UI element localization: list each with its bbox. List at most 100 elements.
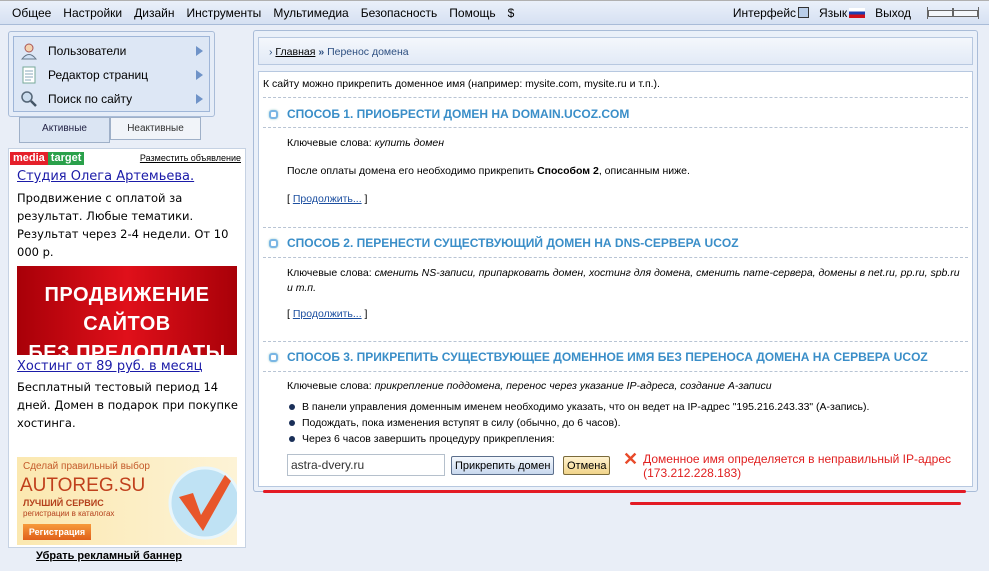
menu-settings[interactable]: Настройки	[63, 6, 122, 20]
menu-help[interactable]: Помощь	[449, 6, 495, 20]
keywords-label: Ключевые слова:	[287, 267, 372, 279]
chevron-right-icon	[196, 94, 203, 104]
divider	[263, 227, 968, 228]
sidebar-item-users[interactable]: Пользователи	[14, 39, 209, 63]
keywords-value: сменить NS-записи, припарковать домен, х…	[287, 267, 960, 294]
breadcrumb-home-link[interactable]: Главная	[275, 46, 315, 58]
s1-text-bold: Способом 2	[537, 165, 599, 177]
bullet-icon	[269, 109, 278, 119]
ad2-text: Бесплатный тестовый период 14 дней. Доме…	[17, 380, 238, 430]
s3-steps: В панели управления доменным именем необ…	[289, 399, 869, 447]
divider	[263, 257, 968, 258]
keywords-value: прикрепление поддомена, перенос через ук…	[374, 380, 772, 392]
search-icon	[20, 90, 38, 108]
sidebar-menu: Пользователи Редактор страниц Поиск по с…	[8, 31, 215, 117]
list-item: Через 6 часов завершить процедуру прикре…	[289, 431, 869, 447]
sidebar-item-label: Пользователи	[48, 44, 127, 58]
error-message: ✕ Доменное имя определяется в неправильны…	[623, 449, 952, 480]
menu-multimedia[interactable]: Мультимедиа	[273, 6, 348, 20]
divider	[263, 97, 968, 98]
remove-banner-link[interactable]: Убрать рекламный баннер	[36, 550, 182, 562]
list-item: Подождать, пока изменения вступят в силу…	[289, 415, 869, 431]
ad1-title-link[interactable]: Студия Олега Артемьева.	[17, 169, 194, 184]
bullet-icon	[269, 238, 278, 248]
interface-label: Интерфейс	[732, 6, 797, 20]
banner-sub1: ЛУЧШИЙ СЕРВИС	[23, 498, 104, 508]
intro-text: К сайту можно прикрепить доменное имя (н…	[263, 78, 660, 90]
place-ad-link[interactable]: Разместить объявление	[140, 153, 241, 163]
autoreg-banner[interactable]: Сделай правильный выбор AUTOREG.SU ЛУЧШИ…	[17, 457, 237, 545]
banner-sub2: регистрации в каталогах	[23, 509, 115, 518]
cancel-button[interactable]: Отмена	[563, 456, 611, 475]
keywords-label: Ключевые слова:	[287, 137, 372, 149]
s1-text: После оплаты домена его необходимо прикр…	[287, 165, 690, 177]
menu-security[interactable]: Безопасность	[361, 6, 438, 20]
error-line2: (173.212.228.183)	[643, 466, 742, 480]
mediatarget-logo: media target	[10, 152, 85, 165]
top-menu-bar: Общее Настройки Дизайн Инструменты Мульт…	[0, 0, 989, 25]
s2-continue-link[interactable]: Продолжить...	[293, 308, 362, 320]
s1-continue-link[interactable]: Продолжить...	[293, 193, 362, 205]
divider	[263, 341, 968, 342]
chevron-right-icon	[196, 46, 203, 56]
menu-dollar[interactable]: $	[508, 6, 515, 20]
error-line1: Доменное имя определяется в неправильный…	[643, 452, 952, 466]
promo-banner[interactable]: ПРОДВИЖЕНИЕ САЙТОВ БЕЗ ПРЕДОПЛАТЫ	[17, 266, 237, 364]
tab-active[interactable]: Активные	[19, 117, 110, 143]
breadcrumb: › Главная » Перенос домена	[258, 37, 973, 65]
content-box: К сайту можно прикрепить доменное имя (н…	[258, 71, 973, 487]
list-item: В панели управления доменным именем необ…	[289, 399, 869, 415]
page-icon	[20, 66, 38, 84]
logout-button[interactable]: Выход	[875, 6, 911, 20]
attach-domain-button[interactable]: Прикрепить домен	[451, 456, 555, 475]
s2-more: [ Продолжить... ]	[287, 308, 368, 320]
section-title-text: СПОСОБ 3. ПРИКРЕПИТЬ СУЩЕСТВУЮЩЕЕ ДОМЕНН…	[287, 350, 928, 364]
keywords-label: Ключевые слова:	[287, 380, 372, 392]
sidebar-item-page-editor[interactable]: Редактор страниц	[14, 63, 209, 87]
s1-more: [ Продолжить... ]	[287, 193, 368, 205]
banner-register-button: Регистрация	[23, 524, 91, 540]
section-1-title: СПОСОБ 1. ПРИОБРЕСТИ ДОМЕН НА DOMAIN.UCO…	[269, 107, 629, 121]
ad1-text: Продвижение с оплатой за результат. Любы…	[17, 191, 229, 259]
tab-inactive[interactable]: Неактивные	[110, 117, 201, 140]
russian-flag-icon	[849, 8, 866, 18]
domain-input[interactable]	[287, 454, 445, 476]
section-title-text: СПОСОБ 2. ПЕРЕНЕСТИ СУЩЕСТВУЮЩИЙ ДОМЕН Н…	[287, 236, 739, 250]
keywords-value: купить домен	[374, 137, 445, 149]
divider	[263, 371, 968, 372]
divider	[263, 127, 968, 128]
red-underline-annotation	[263, 490, 966, 493]
s3-keywords: Ключевые слова: прикрепление поддомена, …	[287, 380, 772, 392]
logo-target: target	[47, 152, 85, 165]
sidebar-item-label: Редактор страниц	[48, 68, 149, 82]
s2-keywords: Ключевые слова: сменить NS-записи, припа…	[287, 266, 967, 296]
width-slider[interactable]	[927, 7, 979, 19]
section-title-text: СПОСОБ 1. ПРИОБРЕСТИ ДОМЕН НА DOMAIN.UCO…	[287, 107, 630, 121]
banner-brand: AUTOREG.SU	[20, 475, 146, 496]
language-button[interactable]: Язык	[819, 6, 866, 20]
s1-text-after: , описанным ниже.	[598, 165, 690, 177]
red-underline-annotation	[630, 502, 961, 505]
ad-block: media target Разместить объявление Студия…	[8, 148, 246, 548]
breadcrumb-current: Перенос домена	[327, 46, 409, 58]
menu-tools[interactable]: Инструменты	[186, 6, 261, 20]
logo-media: media	[10, 152, 48, 165]
ad2-title-link[interactable]: Хостинг от 89 руб. в месяц	[17, 359, 202, 374]
sidebar-item-label: Поиск по сайту	[48, 92, 133, 106]
error-x-icon: ✕	[623, 449, 639, 469]
section-2-title: СПОСОБ 2. ПЕРЕНЕСТИ СУЩЕСТВУЮЩИЙ ДОМЕН Н…	[269, 236, 739, 250]
user-icon	[20, 42, 38, 60]
bullet-icon	[269, 352, 278, 362]
checkmark-icon	[168, 466, 237, 540]
section-3-title: СПОСОБ 3. ПРИКРЕПИТЬ СУЩЕСТВУЮЩЕЕ ДОМЕНН…	[269, 350, 928, 364]
banner-tagline: Сделай правильный выбор	[23, 461, 150, 472]
interface-button[interactable]: Интерфейс	[732, 6, 810, 20]
interface-square-icon	[798, 7, 810, 18]
menu-design[interactable]: Дизайн	[134, 6, 174, 20]
banner-line1: ПРОДВИЖЕНИЕ САЙТОВ	[44, 284, 210, 335]
chevron-right-icon	[196, 70, 203, 80]
breadcrumb-separator: »	[318, 46, 325, 58]
s1-keywords: Ключевые слова: купить домен	[287, 137, 444, 149]
sidebar-item-site-search[interactable]: Поиск по сайту	[14, 87, 209, 111]
menu-general[interactable]: Общее	[12, 6, 51, 20]
